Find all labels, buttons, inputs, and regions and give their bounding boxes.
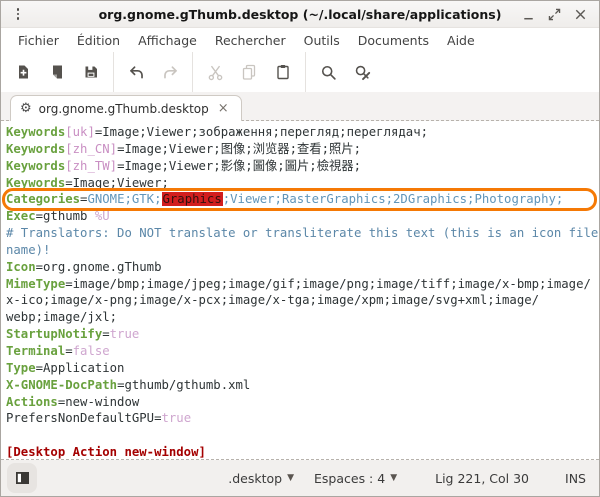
- close-button[interactable]: [572, 6, 589, 23]
- toolbar-separator: [305, 52, 306, 92]
- copy-button[interactable]: [232, 55, 266, 89]
- tab-close-button[interactable]: ×: [216, 102, 231, 115]
- editor-line: Categories=GNOME;GTK;Graphics;Viewer;Ras…: [6, 191, 599, 208]
- editor-line: Exec=gthumb %U: [6, 208, 599, 225]
- new-document-button[interactable]: [6, 55, 40, 89]
- editor-line: StartupNotify=true: [6, 326, 599, 343]
- editor-line: [6, 427, 599, 444]
- cut-icon: [207, 64, 224, 81]
- restore-button[interactable]: [546, 6, 563, 23]
- open-document-button[interactable]: [40, 55, 74, 89]
- text-editor[interactable]: Keywords[uk]=Image;Viewer;зображення;пер…: [1, 121, 599, 460]
- titlebar: org.gnome.gThumb.desktop (~/.local/share…: [1, 1, 599, 28]
- editor-line: Keywords[uk]=Image;Viewer;зображення;пер…: [6, 124, 599, 141]
- filetype-label: .desktop: [228, 471, 282, 486]
- chevron-down-icon: ▼: [390, 474, 397, 483]
- gedit-window: org.gnome.gThumb.desktop (~/.local/share…: [0, 0, 600, 497]
- minimize-icon: [521, 7, 536, 22]
- tab-org-gnome-gthumb-desktop[interactable]: ⚙ org.gnome.gThumb.desktop ×: [10, 95, 242, 121]
- editor-line: name)!: [6, 242, 599, 259]
- editor-line: MimeType=image/bmp;image/jpeg;image/gif;…: [6, 276, 599, 293]
- editor-line: [Desktop Action new-window]: [6, 444, 599, 460]
- window-controls: [520, 6, 599, 23]
- menu-documents[interactable]: Documents: [349, 30, 438, 51]
- editor-line: Keywords[zh_TW]=Image;Viewer;影像;圖像;圖片;檢視…: [6, 158, 599, 175]
- menu-rechercher[interactable]: Rechercher: [206, 30, 295, 51]
- editor-line: Type=Application: [6, 360, 599, 377]
- new-document-icon: [15, 64, 31, 80]
- filetype-dropdown[interactable]: .desktop ▼: [226, 467, 296, 490]
- insert-mode-label: INS: [565, 471, 586, 486]
- statusbar-right: .desktop ▼ Espaces : 4 ▼ Lig 221, Col 30…: [226, 467, 586, 490]
- undo-icon: [128, 64, 145, 81]
- cut-button[interactable]: [198, 55, 232, 89]
- close-icon: [573, 7, 588, 22]
- editor-line: # Translators: Do NOT translate or trans…: [6, 225, 599, 242]
- editor-line: Terminal=false: [6, 343, 599, 360]
- editor-line: Icon=org.gnome.gThumb: [6, 259, 599, 276]
- chevron-down-icon: ▼: [287, 474, 294, 483]
- undo-button[interactable]: [119, 55, 153, 89]
- editor-line: X-GNOME-DocPath=gthumb/gthumb.xml: [6, 377, 599, 394]
- editor-line: Keywords=Image;Viewer;: [6, 175, 599, 192]
- copy-icon: [241, 64, 257, 80]
- editor-content: Keywords[uk]=Image;Viewer;зображення;пер…: [1, 121, 599, 460]
- editor-line: Actions=new-window: [6, 394, 599, 411]
- redo-icon: [162, 64, 179, 81]
- paste-icon: [275, 64, 291, 80]
- menu-affichage[interactable]: Affichage: [129, 30, 206, 51]
- statusbar: .desktop ▼ Espaces : 4 ▼ Lig 221, Col 30…: [1, 460, 599, 496]
- editor-line: Keywords[zh_CN]=Image;Viewer;图像;浏览器;查看;照…: [6, 141, 599, 158]
- app-menu-button[interactable]: [7, 4, 29, 24]
- save-button[interactable]: [74, 55, 108, 89]
- search-button[interactable]: [311, 55, 345, 89]
- side-panel-toggle-button[interactable]: [7, 463, 37, 493]
- side-panel-icon: [15, 471, 30, 485]
- editor-line: webp;image/jxl;: [6, 309, 599, 326]
- search-replace-button[interactable]: [345, 55, 379, 89]
- open-document-icon: [49, 64, 65, 80]
- tabbar: ⚙ org.gnome.gThumb.desktop ×: [1, 92, 599, 121]
- minimize-button[interactable]: [520, 6, 537, 23]
- menu-outils[interactable]: Outils: [295, 30, 349, 51]
- gear-icon: ⚙: [20, 102, 32, 115]
- window-title: org.gnome.gThumb.desktop (~/.local/share…: [1, 7, 599, 22]
- toolbar-separator: [113, 52, 114, 92]
- tab-label: org.gnome.gThumb.desktop: [39, 102, 209, 116]
- paste-button[interactable]: [266, 55, 300, 89]
- menu-edition[interactable]: Édition: [68, 30, 129, 51]
- toolbar: [1, 52, 599, 92]
- tab-width-label: Espaces : 4: [314, 471, 385, 486]
- cursor-position-label: Lig 221, Col 30: [435, 471, 529, 486]
- editor-line: PrefersNonDefaultGPU=true: [6, 410, 599, 427]
- editor-line: x-ico;image/x-png;image/x-pcx;image/x-tg…: [6, 292, 599, 309]
- search-icon: [320, 64, 337, 81]
- restore-icon: [547, 7, 562, 22]
- redo-button[interactable]: [153, 55, 187, 89]
- toolbar-separator: [192, 52, 193, 92]
- menubar: Fichier Édition Affichage Rechercher Out…: [1, 28, 599, 52]
- menu-aide[interactable]: Aide: [438, 30, 484, 51]
- menu-fichier[interactable]: Fichier: [9, 30, 68, 51]
- search-replace-icon: [354, 64, 371, 81]
- tab-width-dropdown[interactable]: Espaces : 4 ▼: [312, 467, 399, 490]
- save-icon: [83, 64, 99, 80]
